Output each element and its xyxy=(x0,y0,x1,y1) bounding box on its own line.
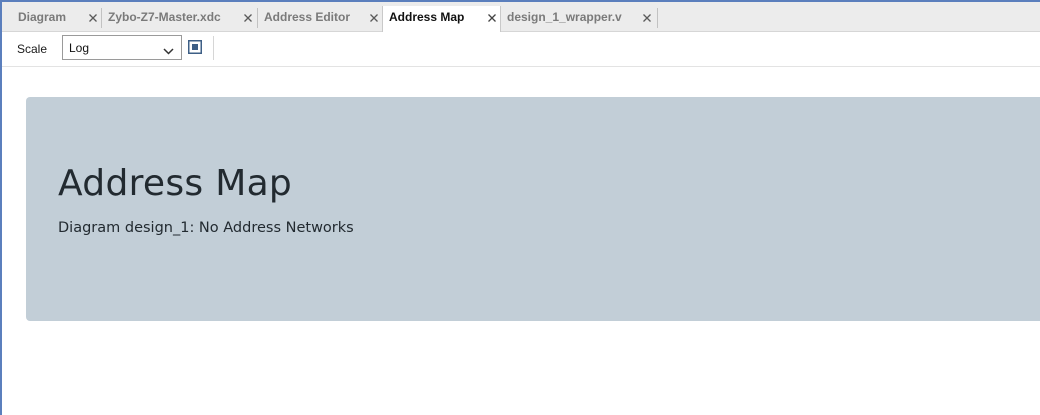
address-map-toolbar: Scale Log xyxy=(2,32,1040,67)
toolbar-divider xyxy=(213,36,214,60)
tab-design-1-wrapper-v[interactable]: design_1_wrapper.v xyxy=(501,7,657,31)
close-icon[interactable] xyxy=(642,13,652,23)
tab-label: Address Map xyxy=(389,10,465,24)
tab-divider xyxy=(657,8,658,28)
page-title: Address Map xyxy=(58,163,293,204)
tab-zybo-z7-master-xdc[interactable]: Zybo-Z7-Master.xdc xyxy=(102,7,256,31)
status-message: Diagram design_1: No Address Networks xyxy=(58,220,354,236)
scale-selected-value: Log xyxy=(69,41,90,55)
tab-address-map[interactable]: Address Map xyxy=(382,6,501,32)
close-icon[interactable] xyxy=(369,13,379,23)
address-map-window: Diagram Zybo-Z7-Master.xdc Address Edito… xyxy=(0,0,1040,415)
editor-tab-bar: Diagram Zybo-Z7-Master.xdc Address Edito… xyxy=(2,2,1040,32)
tab-label: Zybo-Z7-Master.xdc xyxy=(108,10,221,24)
close-icon[interactable] xyxy=(243,13,253,23)
close-icon[interactable] xyxy=(487,13,497,23)
scale-dropdown[interactable]: Log xyxy=(62,35,182,60)
address-map-banner: Address Map Diagram design_1: No Address… xyxy=(26,97,1040,321)
close-icon[interactable] xyxy=(88,13,98,23)
tab-label: design_1_wrapper.v xyxy=(507,10,622,24)
address-map-content: Address Map Diagram design_1: No Address… xyxy=(2,67,1040,415)
scale-label: Scale xyxy=(17,42,48,56)
tab-address-editor[interactable]: Address Editor xyxy=(258,7,382,31)
chevron-down-icon xyxy=(163,44,174,58)
tab-label: Address Editor xyxy=(264,10,351,24)
tab-label: Diagram xyxy=(18,10,67,24)
tab-diagram[interactable]: Diagram xyxy=(12,7,100,31)
fit-to-window-icon[interactable] xyxy=(188,40,202,54)
